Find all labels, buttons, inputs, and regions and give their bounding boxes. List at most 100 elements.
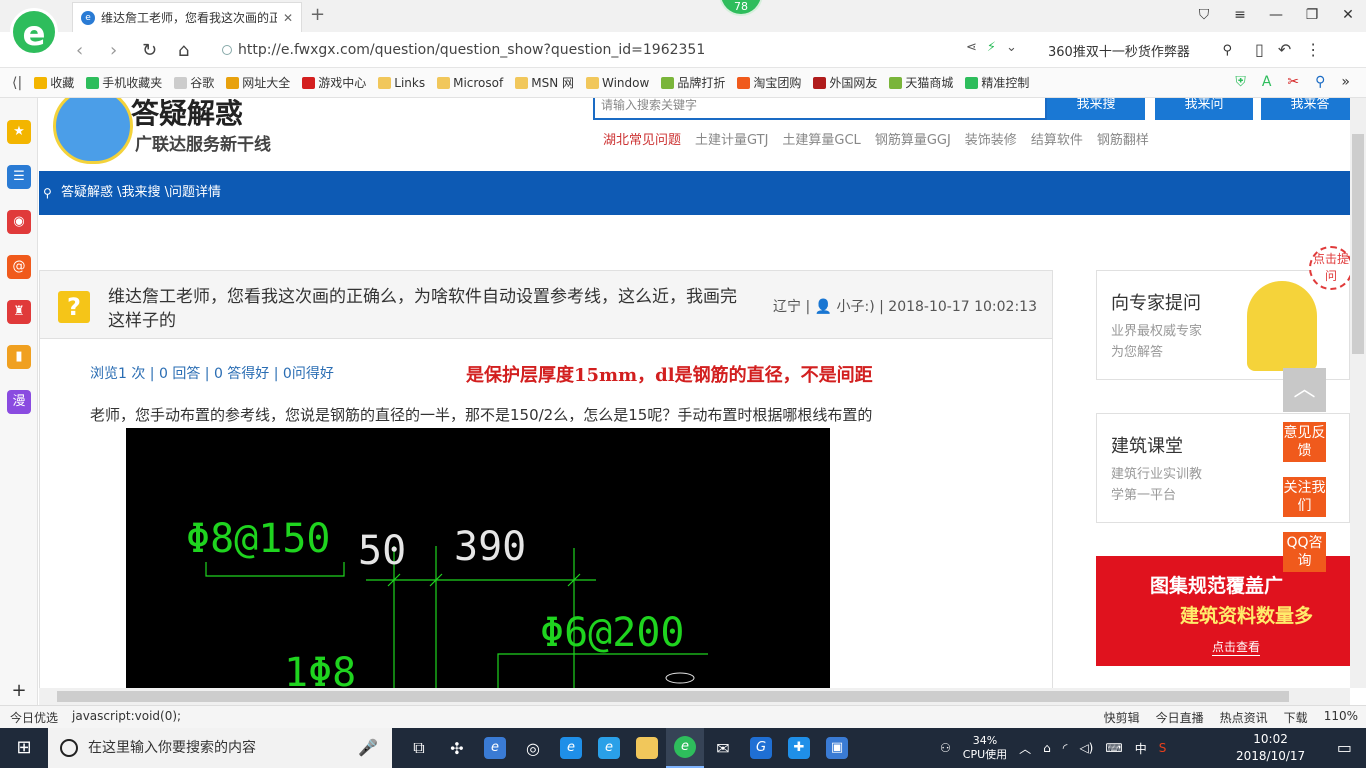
people-icon[interactable]: ⚇ <box>940 741 951 755</box>
url-field[interactable]: http://e.fwxgx.com/question/question_sho… <box>222 38 1032 62</box>
add-panel-icon[interactable]: + <box>0 680 38 705</box>
shirt-skin-icon[interactable]: ⛉ <box>1186 0 1222 30</box>
follow-us-button[interactable]: 关注我们 <box>1283 477 1326 517</box>
cpu-usage[interactable]: 34% CPU使用 <box>963 734 1007 762</box>
bookmark-item[interactable]: 手机收藏夹 <box>86 74 162 91</box>
share-icon[interactable]: ⋖ <box>966 40 977 55</box>
bookmark-item[interactable]: 天猫商城 <box>889 74 953 91</box>
hot-link[interactable]: 装饰装修 <box>965 129 1017 148</box>
bookmark-item[interactable]: 外国网友 <box>813 74 877 91</box>
glodon-app-icon[interactable]: G <box>742 728 780 768</box>
bookmark-item[interactable]: Microsof <box>437 76 503 90</box>
swirl-app-icon[interactable]: ◎ <box>514 728 552 768</box>
zoom-level[interactable]: 110% <box>1324 709 1358 726</box>
game-icon[interactable]: ♜ <box>7 300 31 324</box>
network-icon[interactable]: ⌂ <box>1043 741 1051 755</box>
minimize-icon[interactable]: — <box>1258 0 1294 30</box>
ie-app-icon[interactable]: e <box>476 728 514 768</box>
site-info-icon[interactable] <box>222 45 232 55</box>
horizontal-scroll-thumb[interactable] <box>57 691 1289 702</box>
search-icon[interactable]: ⚲ <box>1222 43 1232 58</box>
shield-icon[interactable]: ⛨ <box>1235 74 1246 90</box>
ask-expert-card[interactable]: 向专家提问 业界最权威专家 为您解答 <box>1096 270 1350 380</box>
more-icon[interactable]: ⋮ <box>1305 40 1321 59</box>
search-button[interactable]: 我来搜 <box>1047 98 1145 120</box>
qq-consult-button[interactable]: QQ咨询 <box>1283 532 1326 572</box>
dropdown-icon[interactable]: ⌄ <box>1006 40 1017 55</box>
book-icon[interactable]: ▮ <box>7 345 31 369</box>
bookmark-item[interactable]: Links <box>378 76 425 90</box>
quick-clip-link[interactable]: 快剪辑 <box>1104 709 1140 726</box>
fan-app-icon[interactable]: ✣ <box>438 728 476 768</box>
comic-icon[interactable]: 漫 <box>7 390 31 414</box>
screenshot-app-icon[interactable]: ▣ <box>818 728 856 768</box>
tray-expand-icon[interactable]: ︿ <box>1019 740 1031 757</box>
daily-picks-link[interactable]: 今日优选 <box>10 709 58 726</box>
hot-link[interactable]: 钢筋翻样 <box>1097 129 1149 148</box>
vertical-scrollbar[interactable] <box>1350 98 1366 688</box>
hot-news-link[interactable]: 热点资讯 <box>1220 709 1268 726</box>
volume-icon[interactable]: ◁) <box>1079 741 1093 755</box>
bookmark-item[interactable]: 淘宝团购 <box>737 74 801 91</box>
mail-app-icon[interactable]: ✉ <box>704 728 742 768</box>
promo-banner[interactable]: 图集规范覆盖广 建筑资料数量多 点击查看 <box>1096 556 1350 666</box>
back-icon[interactable]: ‹ <box>76 40 83 61</box>
bookmark-item[interactable]: 收藏 <box>34 74 74 91</box>
site-search-input[interactable]: 请输入搜索关键字 <box>593 98 1047 120</box>
notification-badge[interactable]: 78 <box>719 0 763 16</box>
edge-app-icon[interactable]: e <box>552 728 590 768</box>
microphone-icon[interactable]: 🎤 <box>358 728 378 768</box>
close-window-icon[interactable]: ✕ <box>1330 0 1366 30</box>
sogou-icon[interactable]: S <box>1159 741 1167 755</box>
360-browser-app-icon[interactable]: e <box>666 728 704 768</box>
question-stats[interactable]: 浏览1 次 | 0 回答 | 0 答得好 | 0问得好 <box>90 363 334 383</box>
weibo-icon[interactable]: ◉ <box>7 210 31 234</box>
windows-start-icon[interactable]: ⊞ <box>0 728 48 768</box>
taskbar-search[interactable]: 在这里输入你要搜索的内容 🎤 <box>48 728 392 768</box>
ask-tag-button[interactable]: 点击提问 <box>1309 246 1350 290</box>
restore-icon[interactable]: ❐ <box>1294 0 1330 30</box>
magnifier-icon[interactable]: ⚲ <box>1315 74 1325 90</box>
mail-icon[interactable]: @ <box>7 255 31 279</box>
feedback-button[interactable]: 意见反馈 <box>1283 422 1326 462</box>
banner-cta[interactable]: 点击查看 <box>1212 638 1261 656</box>
browser-logo-icon[interactable]: e <box>10 8 58 56</box>
file-explorer-icon[interactable] <box>628 728 666 768</box>
browser-tab[interactable]: e 维达詹工老师，您看我这次画的正 ✕ <box>72 2 302 32</box>
vertical-scroll-thumb[interactable] <box>1352 134 1364 354</box>
hot-link[interactable]: 土建算量GCL <box>782 129 860 148</box>
breadcrumb-text[interactable]: 答疑解惑 \我来搜 \问题详情 <box>61 185 221 200</box>
home-icon[interactable]: ⌂ <box>178 40 189 61</box>
answer-button[interactable]: 我来答 <box>1261 98 1350 120</box>
sidebar-toggle-icon[interactable]: ⟨| <box>12 75 22 91</box>
translate-icon[interactable]: A <box>1262 74 1272 90</box>
undo-icon[interactable]: ↶ <box>1278 40 1291 59</box>
speed-mode-icon[interactable]: ⚡ <box>987 40 996 55</box>
clock[interactable]: 10:02 2018/10/17 <box>1236 731 1305 765</box>
keyboard-icon[interactable]: ⌨ <box>1105 741 1122 755</box>
bookmark-item[interactable]: MSN 网 <box>515 74 574 91</box>
more-extensions-icon[interactable]: » <box>1341 74 1350 90</box>
forward-icon[interactable]: › <box>110 40 117 61</box>
notification-center-icon[interactable]: ▭ <box>1337 738 1352 757</box>
favorites-star-icon[interactable]: ★ <box>7 120 31 144</box>
network-app-icon[interactable]: ✚ <box>780 728 818 768</box>
wifi-icon[interactable]: ◜ <box>1063 741 1068 755</box>
ie-classic-app-icon[interactable]: e <box>590 728 628 768</box>
menu-icon[interactable]: ≡ <box>1222 0 1258 30</box>
bookmark-item[interactable]: 谷歌 <box>174 74 214 91</box>
bookmark-item[interactable]: 品牌打折 <box>661 74 725 91</box>
tab-close-icon[interactable]: ✕ <box>283 11 293 25</box>
hot-link[interactable]: 钢筋算量GGJ <box>875 129 951 148</box>
bookmark-item[interactable]: Window <box>585 76 649 90</box>
bookmark-item[interactable]: 游戏中心 <box>302 74 366 91</box>
back-to-top-button[interactable]: ︿ <box>1283 368 1326 412</box>
horizontal-scrollbar[interactable] <box>39 688 1350 705</box>
reload-icon[interactable]: ↻ <box>142 40 157 61</box>
search-box[interactable]: 360推双十一秒货作弊器 ⚲ <box>1040 38 1240 62</box>
live-today-link[interactable]: 今日直播 <box>1156 709 1204 726</box>
hot-link[interactable]: 结算软件 <box>1031 129 1083 148</box>
task-view-icon[interactable]: ⧉ <box>400 728 438 768</box>
hot-link[interactable]: 湖北常见问题 <box>603 129 681 148</box>
ask-button[interactable]: 我来问 <box>1155 98 1253 120</box>
